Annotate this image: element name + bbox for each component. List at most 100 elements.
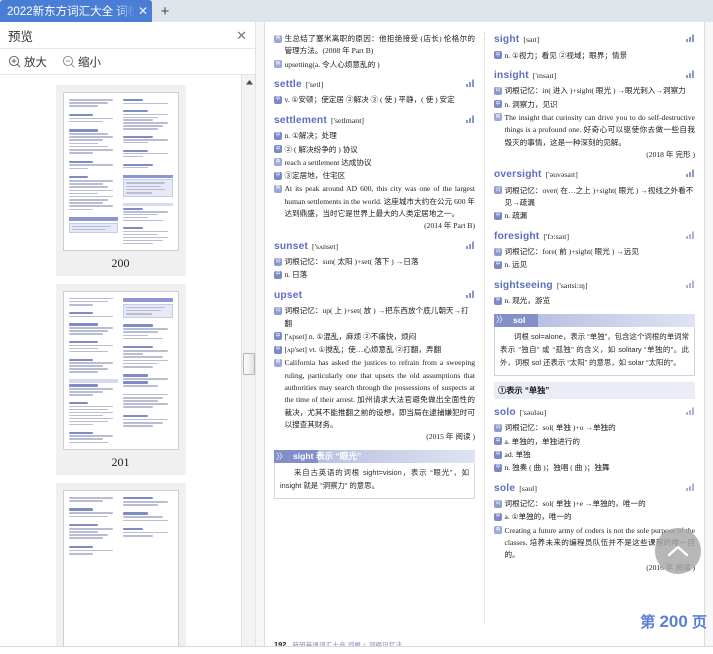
list-item[interactable]: 202 bbox=[55, 483, 186, 654]
headword: settle bbox=[274, 78, 302, 90]
english-badge-icon: 英 bbox=[494, 526, 502, 535]
dictionary-entry: oversight ['əuvəsaɪt] 词 词根记忆：over( 在…之上 … bbox=[494, 167, 695, 222]
zoom-out-button[interactable]: 缩小 bbox=[62, 54, 101, 70]
sidebar-scrollbar[interactable] bbox=[241, 75, 255, 654]
chinese-badge-icon: 中 bbox=[494, 260, 502, 269]
root-memory-line: 词 词根记忆：sun( 太阳 )+set( 落下 ) →日落 bbox=[274, 256, 475, 268]
headword-row: settle ['setl] bbox=[274, 77, 475, 94]
english-badge-icon: 英 bbox=[274, 358, 282, 367]
browser-tab-bar: 2022新东方词汇大全 词根+词缀 ✕ + bbox=[0, 0, 713, 22]
root-note-box: 〉〉 sol 词根 sol=alone，表示 “单独”，包含这个词根的单词常表示… bbox=[494, 314, 695, 376]
sense-line: 中 n. 独奏 ( 曲 )；独唱 ( 曲 )；独舞 bbox=[494, 462, 695, 474]
page-indicator-suffix: 页 bbox=[691, 614, 707, 631]
intro-text: 生总结了塞米离职的原因：他拒绝接受 (店长) 伦格尔的管理方法。(2008 年 … bbox=[284, 34, 476, 56]
bottom-status-strip bbox=[0, 646, 713, 654]
document-viewer[interactable]: 英 生总结了塞米离职的原因：他拒绝接受 (店长) 伦格尔的管理方法。(2008 … bbox=[256, 22, 713, 654]
dictionary-entry: settle ['setl] 中 v. ①安顿；使定居 ②解决 ③ ( 使 ) … bbox=[274, 77, 475, 107]
sense-text: n. 远见 bbox=[504, 260, 528, 270]
close-icon[interactable]: ✕ bbox=[138, 5, 148, 17]
sense-text: ③定居地，住宅区 bbox=[284, 171, 346, 181]
frequency-bars-icon bbox=[686, 231, 695, 239]
zoom-out-label: 缩小 bbox=[78, 56, 101, 69]
preview-toolbar: 放大 缩小 bbox=[0, 49, 255, 75]
chinese-badge-icon: 中 bbox=[274, 171, 282, 180]
chinese-badge-icon: 中 bbox=[494, 100, 502, 109]
dictionary-entry: settlement ['setlmant] 中 n. ①解决；处理 中 ② (… bbox=[274, 113, 475, 233]
root-memory-text: 词根记忆：up( 上 )+set( 放 ) →把东西放个底儿朝天→打翻 bbox=[284, 306, 469, 328]
root-badge-icon: 词 bbox=[494, 86, 502, 95]
sense-text: a. ①单独的，唯一的 bbox=[504, 512, 572, 522]
example-text: California has asked the justices to ref… bbox=[284, 358, 476, 429]
dictionary-entry: upset 词 词根记忆：up( 上 )+set( 放 ) →把东西放个底儿朝天… bbox=[274, 288, 475, 444]
phonetic: ['fɔ:saɪt] bbox=[543, 231, 570, 241]
headword-row: sightseeing ['saɪtsi:ɪŋ] bbox=[494, 278, 695, 295]
scroll-up-arrow-icon[interactable] bbox=[242, 75, 255, 89]
tab-document[interactable]: 2022新东方词汇大全 词根+词缀 ✕ bbox=[0, 0, 152, 22]
sense-text: n. 独奏 ( 曲 )；独唱 ( 曲 )；独舞 bbox=[504, 463, 610, 473]
english-badge-icon: 英 bbox=[274, 158, 282, 167]
english-badge-icon: 英 bbox=[274, 34, 282, 43]
root-memory-line: 词 词根记忆：in( 进入 )+sight( 眼光 ) →眼光刺入→洞察力 bbox=[494, 85, 695, 97]
english-badge-icon: 英 bbox=[494, 113, 502, 122]
sense-line: 中 ['ʌpset] n. ①混乱，麻烦 ②不痛快，烦闷 bbox=[274, 331, 475, 343]
headword: upset bbox=[274, 289, 303, 301]
frequency-bars-icon bbox=[466, 79, 475, 87]
root-badge-icon: 词 bbox=[274, 257, 282, 266]
dictionary-entry: foresight ['fɔ:saɪt] 词 词根记忆：fore( 前 )+si… bbox=[494, 229, 695, 272]
headword-row: sunset ['sʌnset] bbox=[274, 239, 475, 256]
close-icon[interactable]: ✕ bbox=[236, 29, 247, 42]
zoom-in-label: 放大 bbox=[24, 56, 47, 69]
chevron-right-icon: 〉〉 bbox=[276, 451, 287, 461]
chinese-badge-icon: 中 bbox=[494, 51, 502, 60]
scrollbar-thumb[interactable] bbox=[243, 353, 255, 375]
root-badge-icon: 词 bbox=[494, 423, 502, 432]
chevron-up-icon bbox=[667, 544, 689, 558]
phonetic: ['ɪnsaɪt] bbox=[532, 70, 557, 80]
chinese-badge-icon: 中 bbox=[494, 450, 502, 459]
root-memory-line: 词 词根记忆：up( 上 )+set( 放 ) →把东西放个底儿朝天→打翻 bbox=[274, 305, 475, 330]
list-item[interactable]: 200 bbox=[55, 85, 186, 276]
app-body: 预览 ✕ 放大 缩小 200 201 英 生总结了塞米离职的原因：他拒绝接受 (… bbox=[0, 22, 713, 654]
headword-row: upset bbox=[274, 288, 475, 305]
headword: foresight bbox=[494, 230, 540, 242]
new-tab-icon[interactable]: + bbox=[152, 0, 178, 22]
sense-line: 中 [ʌp'set] vt. ①搅乱；使…心烦意乱 ②打翻，弄翻 bbox=[274, 344, 475, 356]
headword-row: solo ['səuləu] bbox=[494, 405, 695, 422]
zoom-in-icon bbox=[8, 55, 21, 68]
frequency-bars-icon bbox=[686, 34, 695, 42]
phonetic: ['saɪtsi:ɪŋ] bbox=[556, 280, 588, 290]
example-text: The insight that curiosity can drive you… bbox=[504, 112, 696, 147]
root-note-title: sol bbox=[513, 314, 526, 325]
tab-title: 2022新东方词汇大全 词根+词缀 bbox=[7, 6, 135, 18]
frequency-bars-icon bbox=[466, 241, 475, 249]
scroll-to-top-button[interactable] bbox=[655, 528, 701, 574]
root-memory-line: 词 词根记忆：sol( 单独 )+e →单独的，唯一的 bbox=[494, 498, 695, 510]
headword-row: oversight ['əuvəsaɪt] bbox=[494, 167, 695, 184]
sense-line: 中 ③定居地，住宅区 bbox=[274, 170, 475, 182]
headword: oversight bbox=[494, 169, 542, 181]
headword: sunset bbox=[274, 240, 309, 252]
frequency-bars-icon bbox=[466, 290, 475, 298]
sense-line: 中 a. 单独的，单独进行的 bbox=[494, 436, 695, 448]
root-note-box: 〉〉 sight 表示 “眼光” 来自古英语的词根 sight=vision，表… bbox=[274, 450, 475, 499]
thumbnail-page-preview bbox=[62, 92, 179, 251]
root-note-body: 词根 sol=alone，表示 “单独”，包含这个词根的单词常表示 “独自” 或… bbox=[494, 327, 695, 376]
frequency-bars-icon bbox=[686, 407, 695, 415]
preview-panel-header: 预览 ✕ bbox=[0, 22, 255, 49]
dictionary-entry: insight ['ɪnsaɪt] 词 词根记忆：in( 进入 )+sight(… bbox=[494, 68, 695, 161]
root-badge-icon: 词 bbox=[274, 306, 282, 315]
thumbnail-page-preview bbox=[62, 490, 179, 649]
preview-panel-title: 预览 bbox=[8, 29, 34, 44]
sense-text: v. ①安顿；使定居 ②解决 ③ ( 使 ) 平静，( 使 ) 安定 bbox=[284, 95, 455, 105]
headword-row: insight ['ɪnsaɪt] bbox=[494, 68, 695, 85]
phonetic: ['səuləu] bbox=[519, 407, 547, 417]
column-divider bbox=[484, 32, 485, 624]
example-source: (2015 年 阅读 ) bbox=[426, 432, 475, 442]
zoom-in-button[interactable]: 放大 bbox=[8, 54, 47, 70]
list-item[interactable]: 201 bbox=[55, 284, 186, 475]
example-source: (2014 年 Part B) bbox=[424, 221, 475, 231]
derivative-text: upsetting(a. 令人心烦意乱的 ) bbox=[284, 59, 380, 69]
sense-text: n. 观光，游览 bbox=[504, 296, 551, 306]
root-memory-text: 词根记忆：sol( 单独 )+e →单独的，唯一的 bbox=[504, 499, 646, 509]
headword-row: sight [saɪt] bbox=[494, 32, 695, 49]
